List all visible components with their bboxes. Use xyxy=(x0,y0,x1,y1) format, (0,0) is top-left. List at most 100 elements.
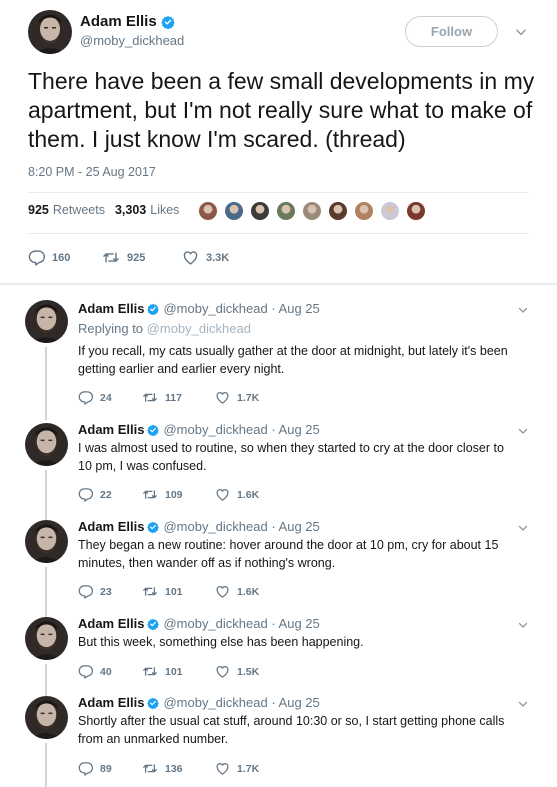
avatar[interactable] xyxy=(25,617,68,660)
reply-actions: 24 117 1.7K xyxy=(78,390,295,405)
reply-icon xyxy=(78,761,93,776)
verified-badge-icon xyxy=(147,697,159,709)
retweet-count: 136 xyxy=(165,762,183,775)
reply-author-handle[interactable]: @moby_dickhead · Aug 25 xyxy=(163,616,319,631)
liker-avatar[interactable] xyxy=(302,201,322,221)
verified-badge-icon xyxy=(147,303,159,315)
reply-actions: 23 101 1.6K xyxy=(78,584,295,599)
chevron-down-icon[interactable] xyxy=(517,522,529,534)
tweet-timestamp[interactable]: 8:20 PM - 25 Aug 2017 xyxy=(28,165,156,179)
like-action[interactable]: 1.6K xyxy=(215,584,295,599)
verified-badge-icon xyxy=(147,521,159,533)
liker-avatar[interactable] xyxy=(380,201,400,221)
retweets-count[interactable]: 925 xyxy=(28,203,49,217)
reply-count: 160 xyxy=(52,251,71,264)
retweet-action[interactable]: 101 xyxy=(142,584,215,599)
divider xyxy=(28,192,529,193)
liker-avatar[interactable] xyxy=(328,201,348,221)
avatar[interactable] xyxy=(25,300,68,343)
avatar[interactable] xyxy=(25,520,68,563)
reply-author-handle[interactable]: @moby_dickhead · Aug 25 xyxy=(163,422,319,437)
reply-icon xyxy=(78,390,93,405)
like-action[interactable]: 1.5K xyxy=(215,664,295,679)
liker-avatar[interactable] xyxy=(276,201,296,221)
reply-icon xyxy=(78,584,93,599)
retweet-action[interactable]: 101 xyxy=(142,664,215,679)
profile-photo-icon xyxy=(25,423,68,466)
avatar[interactable] xyxy=(25,423,68,466)
avatar[interactable] xyxy=(25,696,68,739)
author-handle[interactable]: @moby_dickhead xyxy=(80,33,184,48)
reply-actions: 22 109 1.6K xyxy=(78,487,295,502)
liker-avatar[interactable] xyxy=(250,201,270,221)
reply-actions: 40 101 1.5K xyxy=(78,664,295,679)
like-action[interactable]: 3.3K xyxy=(182,249,229,266)
verified-badge-icon xyxy=(147,424,159,436)
retweet-icon xyxy=(142,664,158,679)
reply-author-name[interactable]: Adam Ellis xyxy=(78,616,144,631)
reply-action[interactable]: 24 xyxy=(78,390,142,405)
reply-author-name[interactable]: Adam Ellis xyxy=(78,301,144,316)
tweet-actions: 160 925 3.3K xyxy=(28,249,249,266)
retweet-count: 101 xyxy=(165,665,183,678)
liker-avatars xyxy=(198,201,432,221)
reply-icon xyxy=(78,664,93,679)
reply-action[interactable]: 22 xyxy=(78,487,142,502)
profile-photo-icon xyxy=(25,696,68,739)
reply-actions: 89 136 1.7K xyxy=(78,761,295,776)
retweet-count: 925 xyxy=(127,251,146,264)
reply-count: 24 xyxy=(100,391,112,404)
like-action[interactable]: 1.7K xyxy=(215,761,295,776)
like-heart-icon xyxy=(182,249,199,266)
likes-count[interactable]: 3,303 xyxy=(115,203,146,217)
likes-label[interactable]: Likes xyxy=(150,203,179,217)
reply-count: 89 xyxy=(100,762,112,775)
like-action[interactable]: 1.7K xyxy=(215,390,295,405)
reply-author-handle[interactable]: @moby_dickhead · Aug 25 xyxy=(163,519,319,534)
thread-connector-line xyxy=(45,743,47,787)
retweet-count: 117 xyxy=(165,391,182,404)
reply-action[interactable]: 40 xyxy=(78,664,142,679)
reply-header: Adam Ellis @moby_dickhead · Aug 25 xyxy=(78,616,320,631)
retweet-action[interactable]: 925 xyxy=(102,249,162,266)
chevron-down-icon[interactable] xyxy=(517,698,529,710)
retweet-action[interactable]: 136 xyxy=(142,761,215,776)
reply-author-name[interactable]: Adam Ellis xyxy=(78,519,144,534)
like-heart-icon xyxy=(215,487,230,502)
thread-connector-line xyxy=(45,470,47,523)
reply-count: 22 xyxy=(100,488,112,501)
retweet-icon xyxy=(142,761,158,776)
chevron-down-icon[interactable] xyxy=(517,304,529,316)
retweet-action[interactable]: 117 xyxy=(142,390,215,405)
like-heart-icon xyxy=(215,584,230,599)
retweets-label[interactable]: Retweets xyxy=(53,203,105,217)
reply-author-handle[interactable]: @moby_dickhead · Aug 25 xyxy=(163,301,319,316)
chevron-down-icon[interactable] xyxy=(517,425,529,437)
liker-avatar[interactable] xyxy=(406,201,426,221)
engagement-stats: 925 Retweets 3,303 Likes xyxy=(28,203,179,217)
reply-action[interactable]: 160 xyxy=(28,249,82,266)
reply-author-name[interactable]: Adam Ellis xyxy=(78,422,144,437)
liker-avatar[interactable] xyxy=(354,201,374,221)
follow-button[interactable]: Follow xyxy=(405,16,498,47)
liker-avatar[interactable] xyxy=(224,201,244,221)
reply-author-handle[interactable]: @moby_dickhead · Aug 25 xyxy=(163,695,319,710)
chevron-down-icon[interactable] xyxy=(514,25,528,39)
liker-avatar[interactable] xyxy=(198,201,218,221)
reply-author-name[interactable]: Adam Ellis xyxy=(78,695,144,710)
author-name[interactable]: Adam Ellis xyxy=(80,13,157,30)
retweet-action[interactable]: 109 xyxy=(142,487,215,502)
reply-action[interactable]: 23 xyxy=(78,584,142,599)
thread-connector-line xyxy=(45,567,47,620)
chevron-down-icon[interactable] xyxy=(517,619,529,631)
author-name-wrap[interactable]: Adam Ellis xyxy=(80,13,175,30)
reply-header: Adam Ellis @moby_dickhead · Aug 25 xyxy=(78,301,320,316)
avatar[interactable] xyxy=(28,10,72,54)
like-heart-icon xyxy=(215,761,230,776)
like-action[interactable]: 1.6K xyxy=(215,487,295,502)
thread-divider xyxy=(0,283,557,285)
reply-action[interactable]: 89 xyxy=(78,761,142,776)
replying-handle[interactable]: @moby_dickhead xyxy=(147,321,251,336)
verified-badge-icon xyxy=(161,15,175,29)
profile-photo-icon xyxy=(25,617,68,660)
